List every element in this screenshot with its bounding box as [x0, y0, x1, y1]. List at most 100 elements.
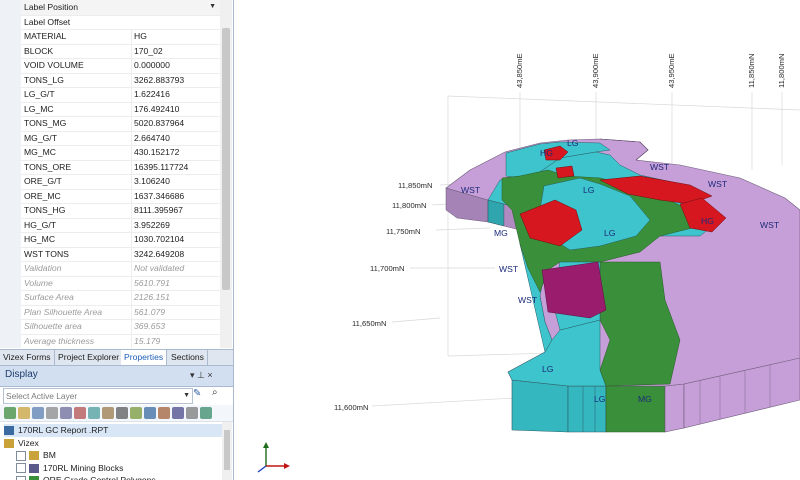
- settings-icon[interactable]: [116, 407, 128, 419]
- property-row[interactable]: BLOCK 170_02: [0, 43, 222, 59]
- property-row[interactable]: Average thickness 15.179: [0, 333, 222, 348]
- pit-solid-view[interactable]: 43,850mE 43,900mE 43,950mE 11,850mN 11,800mN…: [234, 0, 800, 480]
- sync-icon[interactable]: [200, 407, 212, 419]
- property-row[interactable]: HG_MC 1030.702104: [0, 232, 220, 248]
- scrollbar-thumb[interactable]: [222, 28, 230, 290]
- property-value[interactable]: 170_02: [131, 43, 222, 58]
- zone-label: WST: [760, 220, 780, 230]
- tab-project-explorer[interactable]: Project Explorer: [55, 350, 124, 365]
- zone-label: LG: [604, 228, 616, 238]
- property-value[interactable]: 1.622416: [131, 87, 222, 102]
- property-value[interactable]: 3.106240: [131, 174, 222, 189]
- active-layer-select[interactable]: Select Active Layer ▼: [3, 388, 193, 404]
- tree-item[interactable]: Vizex: [4, 437, 39, 450]
- property-row[interactable]: Validation Not validated: [0, 261, 220, 277]
- delete-icon[interactable]: [74, 407, 86, 419]
- property-value[interactable]: 369.653: [131, 319, 222, 334]
- property-row[interactable]: TONS_ORE 16395.117724: [0, 159, 222, 175]
- tree-item[interactable]: ORE Grade Control Polygons: [16, 474, 156, 480]
- copy-icon[interactable]: [46, 407, 58, 419]
- grid-icon[interactable]: [186, 407, 198, 419]
- property-value[interactable]: 176.492410: [131, 101, 222, 116]
- property-row[interactable]: TONS_HG 8111.395967: [0, 203, 220, 219]
- tree-item[interactable]: 170RL GC Report .RPT: [4, 424, 224, 437]
- property-row[interactable]: VOID VOLUME 0.000000: [0, 58, 220, 74]
- property-value[interactable]: 2.664740: [131, 130, 222, 145]
- property-row[interactable]: LG_MC 176.492410: [0, 101, 222, 117]
- properties-icon[interactable]: [102, 407, 114, 419]
- property-value[interactable]: 430.152172: [131, 145, 222, 160]
- vizex-3d-viewport[interactable]: 43,850mE 43,900mE 43,950mE 11,850mN 11,800mN…: [234, 0, 800, 480]
- pencil-icon[interactable]: ✎: [193, 388, 201, 399]
- property-row[interactable]: Label Offset: [0, 14, 220, 30]
- tab-properties[interactable]: Properties: [121, 350, 168, 365]
- northing-label: 11,600mN: [334, 403, 368, 412]
- property-row[interactable]: ORE_MC 1637.346686: [0, 188, 222, 204]
- tree-scrollbar[interactable]: [222, 422, 232, 480]
- filter-icon[interactable]: [60, 407, 72, 419]
- property-value[interactable]: 3262.883793: [131, 72, 222, 87]
- property-row[interactable]: MG_G/T 2.664740: [0, 130, 222, 146]
- property-key: Surface Area: [24, 292, 74, 302]
- property-value[interactable]: 2126.151: [131, 290, 222, 305]
- property-value[interactable]: 8111.395967: [131, 203, 222, 218]
- row-gutter: [0, 130, 21, 145]
- property-value[interactable]: 1030.702104: [131, 232, 222, 247]
- refresh-icon[interactable]: [88, 407, 100, 419]
- panel-controls[interactable]: ▾ ⊥ ×: [190, 370, 213, 381]
- link-icon[interactable]: [144, 407, 156, 419]
- tree-item[interactable]: 170RL Mining Blocks: [16, 462, 123, 475]
- visibility-checkbox[interactable]: [16, 450, 26, 461]
- property-key: Average thickness: [24, 335, 95, 346]
- property-row[interactable]: ORE_G/T 3.106240: [0, 174, 220, 190]
- folder-icon[interactable]: [18, 407, 30, 419]
- property-row[interactable]: MATERIAL HG: [0, 29, 220, 45]
- property-value[interactable]: 5610.791: [131, 275, 222, 290]
- layer-icon[interactable]: [4, 407, 16, 419]
- row-gutter: [0, 290, 21, 305]
- property-value[interactable]: 16395.117724: [131, 159, 222, 174]
- property-value[interactable]: 561.079: [131, 304, 222, 319]
- property-row[interactable]: TONS_MG 5020.837964: [0, 116, 220, 132]
- chevron-down-icon[interactable]: ▼: [183, 389, 190, 403]
- chevron-down-icon[interactable]: ▼: [209, 0, 216, 15]
- visibility-checkbox[interactable]: [16, 475, 26, 480]
- property-key: LG_MC: [24, 103, 54, 114]
- visibility-icon[interactable]: [130, 407, 142, 419]
- zoom-icon[interactable]: [172, 407, 184, 419]
- property-row[interactable]: TONS_LG 3262.883793: [0, 72, 222, 88]
- search-icon[interactable]: ⌕: [212, 387, 218, 398]
- visibility-checkbox[interactable]: [16, 463, 26, 474]
- property-row[interactable]: HG_G/T 3.952269: [0, 217, 222, 233]
- tree-item[interactable]: BM: [16, 449, 56, 462]
- properties-scrollbar[interactable]: [220, 0, 232, 348]
- row-gutter: [0, 116, 21, 131]
- property-row[interactable]: Silhouette area 369.653: [0, 319, 220, 335]
- tree-item-label: BM: [43, 450, 56, 460]
- northing-label: 11,750mN: [386, 227, 420, 236]
- property-value[interactable]: 3242.649208: [131, 246, 222, 261]
- property-value[interactable]: 0.000000: [131, 58, 222, 73]
- hg-zone-small[interactable]: [555, 165, 575, 179]
- display-toolbar: [0, 405, 233, 422]
- save-icon[interactable]: [32, 407, 44, 419]
- property-value[interactable]: 15.179: [131, 333, 222, 348]
- property-value[interactable]: 5020.837964: [131, 116, 222, 131]
- property-row[interactable]: MG_MC 430.152172: [0, 145, 220, 161]
- property-row[interactable]: WST TONS 3242.649208: [0, 246, 222, 262]
- hg-zone-magenta[interactable]: [541, 261, 607, 319]
- property-value[interactable]: 3.952269: [131, 217, 222, 232]
- property-row[interactable]: Volume 5610.791: [0, 275, 222, 291]
- property-row[interactable]: Surface Area 2126.151: [0, 290, 220, 306]
- property-value[interactable]: Not validated: [131, 261, 222, 276]
- property-row[interactable]: LG_G/T 1.622416: [0, 87, 220, 103]
- property-row[interactable]: Label Position ▼: [0, 0, 220, 16]
- property-value[interactable]: HG: [131, 29, 222, 44]
- edit-icon[interactable]: [158, 407, 170, 419]
- tab-vizex-forms[interactable]: Vizex Forms: [0, 350, 55, 365]
- property-row[interactable]: Plan Silhouette Area 561.079: [0, 304, 222, 320]
- scrollbar-thumb[interactable]: [224, 430, 230, 470]
- tab-sections[interactable]: Sections: [168, 350, 208, 365]
- property-value[interactable]: 1637.346686: [131, 188, 222, 203]
- property-key: Label Offset: [24, 16, 71, 27]
